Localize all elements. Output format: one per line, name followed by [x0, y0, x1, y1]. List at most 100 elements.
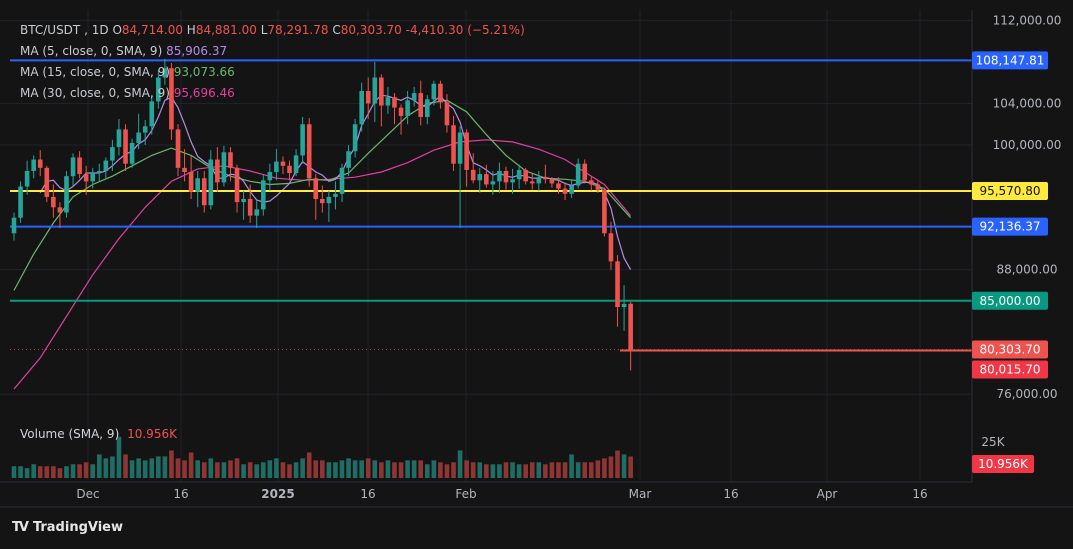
candle-body[interactable]	[477, 174, 483, 181]
price-tick-label: 104,000.00	[993, 96, 1062, 110]
candle-body[interactable]	[549, 179, 555, 184]
candle-body[interactable]	[44, 167, 50, 197]
candle-body[interactable]	[346, 151, 351, 168]
volume-bar	[438, 462, 443, 478]
candle-body[interactable]	[77, 157, 82, 175]
candle-body[interactable]	[306, 124, 312, 179]
candle-body[interactable]	[142, 126, 148, 133]
candle-body[interactable]	[110, 147, 115, 161]
candle-body[interactable]	[628, 303, 633, 350]
candle-body[interactable]	[582, 163, 588, 181]
candle-body[interactable]	[208, 159, 214, 206]
candle-body[interactable]	[543, 177, 548, 180]
candle-body[interactable]	[234, 167, 240, 203]
candle-body[interactable]	[267, 172, 273, 181]
candle-body[interactable]	[241, 199, 246, 203]
candle-body[interactable]	[464, 132, 469, 170]
candle-body[interactable]	[228, 152, 233, 168]
candle-body[interactable]	[18, 186, 23, 218]
candle-body[interactable]	[300, 124, 305, 156]
candle-body[interactable]	[444, 102, 450, 126]
candle-body[interactable]	[123, 129, 128, 164]
candle-body[interactable]	[116, 129, 122, 148]
candle-body[interactable]	[536, 177, 542, 184]
volume-bar	[260, 462, 266, 478]
hline-badge: 85,000.00	[979, 294, 1040, 308]
candle-body[interactable]	[608, 233, 614, 262]
ma30-label: MA (30, close, 0, SMA, 9)	[20, 86, 170, 100]
candle-body[interactable]	[215, 159, 220, 183]
volume-bar	[31, 464, 36, 478]
candle-body[interactable]	[195, 178, 200, 192]
candle-body[interactable]	[221, 152, 227, 183]
volume-legend[interactable]: Volume (SMA, 9) 10.956K	[20, 427, 177, 441]
candle-body[interactable]	[339, 167, 345, 194]
candle-body[interactable]	[516, 169, 522, 180]
candle-body[interactable]	[621, 303, 627, 307]
candle-body[interactable]	[188, 172, 194, 192]
candle-body[interactable]	[470, 169, 476, 181]
candle-body[interactable]	[24, 170, 30, 187]
candle-body[interactable]	[287, 165, 292, 174]
ma30-legend[interactable]: MA (30, close, 0, SMA, 9) 95,696.46	[20, 83, 525, 104]
tradingview-logo[interactable]: TV TradingView	[12, 520, 123, 535]
candle-body[interactable]	[595, 184, 601, 190]
candle-body[interactable]	[320, 199, 325, 204]
candle-body[interactable]	[523, 169, 528, 182]
candle-body[interactable]	[11, 217, 17, 234]
candle-body[interactable]	[37, 159, 43, 168]
candle-body[interactable]	[90, 173, 96, 182]
candle-body[interactable]	[333, 193, 338, 197]
candle-body[interactable]	[96, 170, 102, 174]
candle-body[interactable]	[490, 181, 496, 185]
candle-body[interactable]	[260, 180, 266, 210]
interval-label[interactable]: 1D	[92, 23, 109, 37]
candle-body[interactable]	[51, 196, 56, 208]
candle-body[interactable]	[57, 207, 63, 213]
candle-body[interactable]	[352, 124, 358, 152]
candle-body[interactable]	[136, 132, 141, 143]
volume-bar	[451, 462, 456, 478]
candle-body[interactable]	[149, 101, 155, 127]
candle-body[interactable]	[503, 170, 509, 183]
candle-body[interactable]	[274, 161, 279, 172]
candle-body[interactable]	[484, 174, 489, 185]
candle-body[interactable]	[175, 129, 181, 168]
candle-body[interactable]	[247, 199, 253, 216]
candle-body[interactable]	[562, 188, 568, 194]
candle-body[interactable]	[615, 261, 620, 307]
candle-body[interactable]	[529, 181, 535, 184]
candle-body[interactable]	[103, 160, 109, 171]
ma15-legend[interactable]: MA (15, close, 0, SMA, 9) 93,073.66	[20, 62, 525, 83]
volume-bar	[267, 460, 273, 478]
volume-bar	[11, 466, 17, 478]
symbol-label[interactable]: BTC/USDT	[20, 23, 80, 37]
volume-bar	[162, 456, 168, 478]
candle-body[interactable]	[201, 178, 207, 206]
candle-body[interactable]	[313, 178, 319, 199]
candle-body[interactable]	[497, 170, 502, 182]
candle-body[interactable]	[31, 159, 36, 171]
volume-bar	[365, 458, 371, 478]
candle-body[interactable]	[326, 196, 332, 204]
candle-body[interactable]	[182, 167, 187, 172]
candle-body[interactable]	[280, 161, 286, 166]
candle-body[interactable]	[70, 157, 76, 177]
candle-body[interactable]	[398, 107, 404, 116]
candle-body[interactable]	[129, 142, 135, 164]
candle-body[interactable]	[556, 183, 561, 189]
candle-body[interactable]	[457, 132, 463, 164]
candle-body[interactable]	[602, 189, 607, 234]
candle-body[interactable]	[293, 155, 299, 174]
candle-body[interactable]	[510, 179, 515, 183]
candle-body[interactable]	[451, 125, 456, 164]
candle-body[interactable]	[64, 176, 69, 213]
candle-body[interactable]	[575, 163, 581, 186]
candle-body[interactable]	[83, 174, 89, 182]
volume-bar	[96, 454, 102, 478]
volume-badge: 10.956K	[978, 457, 1029, 471]
candle-body[interactable]	[569, 185, 574, 194]
ma5-legend[interactable]: MA (5, close, 0, SMA, 9) 85,906.37	[20, 41, 525, 62]
candle-body[interactable]	[588, 180, 594, 185]
candle-body[interactable]	[254, 209, 260, 216]
